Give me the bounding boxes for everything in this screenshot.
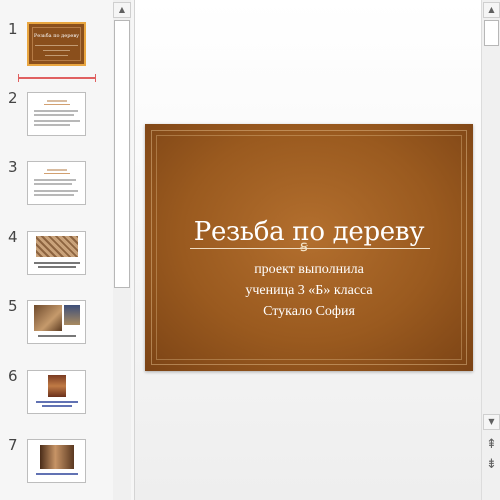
current-slide[interactable]: Резьба по дереву ꞩ проект выполнила учен… [145,124,473,371]
wood-carving-photo [36,236,78,257]
thumbnail-number: 4 [8,228,18,246]
subtitle-line-3[interactable]: Стукало София [145,304,473,320]
previous-slide-button[interactable]: ⇞ [483,436,500,452]
slide-scroll-up-button[interactable]: ▲ [483,2,500,18]
thumbnail-number: 3 [8,158,18,176]
title-ornament: ꞩ [300,237,308,255]
thumbnail-slide-7[interactable] [27,439,86,483]
thumbnails-scroll-up-button[interactable]: ▲ [113,2,131,18]
thumbnail-slide-2[interactable] [27,92,86,136]
insertion-marker [18,74,96,82]
thumbnail-number: 1 [8,20,18,38]
thumbnails-scrollbar[interactable]: ▲ [113,0,131,500]
thumbnail-slide-6[interactable] [27,370,86,414]
subtitle-line-2[interactable]: ученица 3 «Б» класса [145,283,473,299]
thumbnail-3-heading [44,167,70,174]
carved-panel-photo [34,305,62,331]
thumbnail-number: 5 [8,297,18,315]
carved-object-photo [64,305,80,325]
thumbnail-1-preview: Резьба по дереву [29,24,84,64]
thumbnail-slide-1[interactable]: Резьба по дереву [27,22,86,66]
thumbnail-number: 6 [8,367,18,385]
thumbnail-2-heading [44,98,70,105]
title-divider-line [190,248,430,249]
carved-horses-photo [40,445,74,469]
slide-scroll-thumb[interactable] [484,20,499,46]
slide-title[interactable]: Резьба по дереву [145,217,473,247]
thumbnail-1-title: Резьба по дереву [33,33,80,39]
carved-cabinet-photo [48,375,66,397]
thumbnail-slide-4[interactable] [27,231,86,275]
thumbnail-number: 7 [8,436,18,454]
thumbnail-slide-3[interactable] [27,161,86,205]
thumbnail-slide-5[interactable] [27,300,86,344]
subtitle-line-1[interactable]: проект выполнила [145,262,473,278]
slide-scroll-down-button[interactable]: ▼ [483,414,500,430]
next-slide-button[interactable]: ⇟ [483,456,500,472]
slide-scrollbar[interactable]: ▲ ▼ ⇞ ⇟ [481,0,500,500]
thumbnails-scroll-thumb[interactable] [114,20,130,288]
thumbnail-number: 2 [8,89,18,107]
